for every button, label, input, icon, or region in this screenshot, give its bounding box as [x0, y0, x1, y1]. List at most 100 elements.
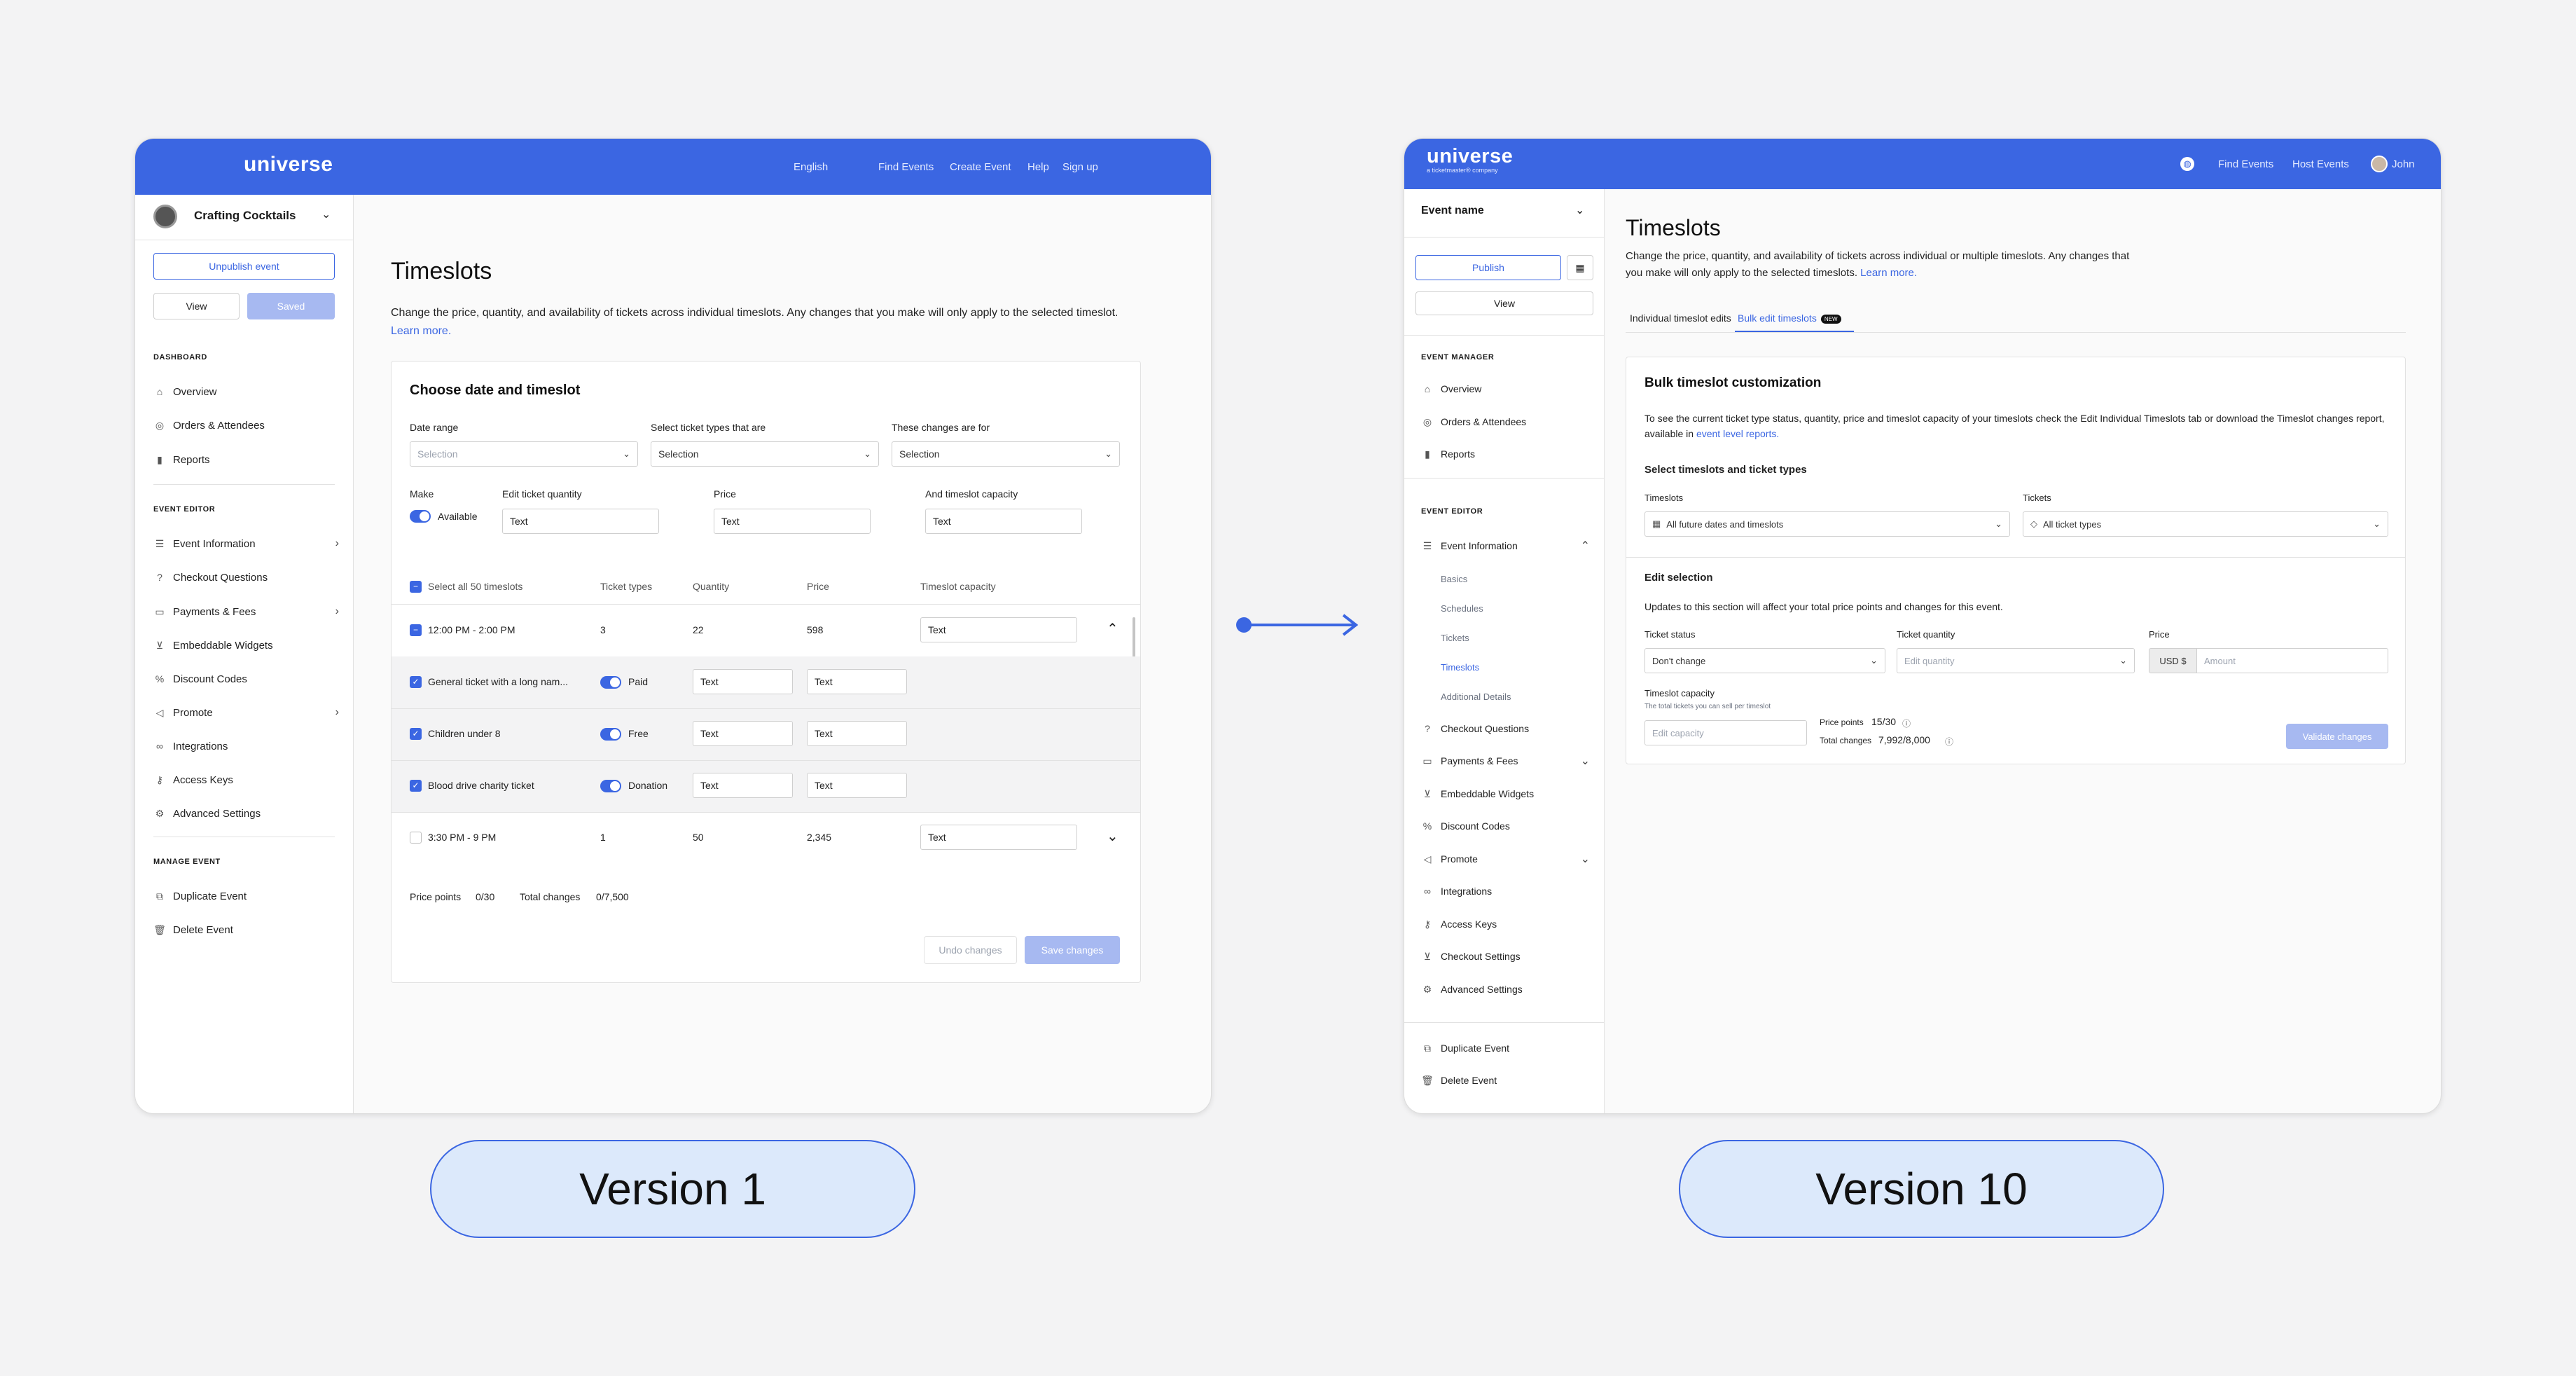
nav-sign-up[interactable]: Sign up: [1062, 139, 1098, 195]
table-row[interactable]: 3:30 PM - 9 PM 1 50 2,345 Text ⌄: [392, 812, 1140, 864]
ticket-toggle[interactable]: [600, 676, 621, 689]
nav-help[interactable]: Help: [1027, 139, 1049, 195]
sidebar-item-promote[interactable]: ◁ Promote ›: [153, 702, 339, 723]
event-level-reports-link[interactable]: event level reports.: [1696, 428, 1779, 439]
price-amount-input[interactable]: Amount: [2196, 648, 2388, 673]
view-button[interactable]: View: [1415, 291, 1593, 315]
language-label[interactable]: English: [794, 161, 828, 173]
ticket-price-input[interactable]: Text: [807, 669, 907, 694]
event-switch-chevron-icon[interactable]: ⌄: [1575, 203, 1584, 217]
row-checkbox[interactable]: [410, 832, 422, 844]
sidebar-item-event-information[interactable]: ☰ Event Information ›: [153, 533, 339, 554]
sidebar-item-embeddable-widgets[interactable]: ⊻ Embeddable Widgets: [1421, 783, 1590, 804]
sidebar-item-payments[interactable]: ▭ Payments & Fees ⌄: [1421, 750, 1590, 771]
universe-logo[interactable]: universe: [244, 153, 333, 177]
list-item[interactable]: ✓ General ticket with a long nam... Paid…: [392, 656, 1140, 708]
view-button[interactable]: View: [153, 293, 240, 319]
changes-for-select[interactable]: Selection ⌄: [892, 441, 1120, 467]
event-switch-chevron-icon[interactable]: ⌄: [321, 207, 331, 221]
sidebar-item-access-keys[interactable]: ⚷ Access Keys: [1421, 914, 1590, 935]
select-all-checkbox[interactable]: −: [410, 581, 422, 593]
row-capacity-input[interactable]: Text: [920, 825, 1077, 850]
ticket-toggle[interactable]: [600, 728, 621, 741]
table-row[interactable]: − 12:00 PM - 2:00 PM 3 22 598 Text ⌃: [392, 605, 1140, 656]
undo-changes-button[interactable]: Undo changes: [924, 936, 1017, 964]
sidebar-item-integrations[interactable]: ∞ Integrations: [1421, 881, 1590, 902]
sidebar-item-discount-codes[interactable]: % Discount Codes: [153, 668, 339, 689]
date-range-select[interactable]: Selection ⌄: [410, 441, 638, 467]
sidebar-item-overview[interactable]: ⌂ Overview: [153, 381, 339, 402]
list-item[interactable]: ✓ Blood drive charity ticket Donation Te…: [392, 760, 1140, 812]
sidebar-item-access-keys[interactable]: ⚷ Access Keys: [153, 769, 339, 790]
user-menu[interactable]: John: [2392, 139, 2415, 189]
nav-host-events-label[interactable]: Host Events: [2292, 158, 2349, 170]
nav-create-event[interactable]: Create Event: [950, 139, 1011, 195]
ticket-types-select[interactable]: Selection ⌄: [651, 441, 879, 467]
ticket-price-input[interactable]: Text: [807, 721, 907, 746]
save-changes-button[interactable]: Save changes: [1025, 936, 1120, 964]
nav-find-events-label[interactable]: Find Events: [2218, 158, 2273, 170]
nav-host-events[interactable]: Host Events: [2292, 139, 2349, 189]
sidebar-item-orders[interactable]: ◎ Orders & Attendees: [153, 415, 339, 436]
unpublish-event-button[interactable]: Unpublish event: [153, 253, 335, 280]
publish-button[interactable]: Publish: [1415, 255, 1561, 280]
ticket-price-input[interactable]: Text: [807, 773, 907, 798]
nav-create-event-label[interactable]: Create Event: [950, 161, 1011, 173]
sidebar-item-checkout-questions[interactable]: ? Checkout Questions: [153, 567, 339, 588]
ticket-checkbox[interactable]: ✓: [410, 676, 422, 688]
list-item[interactable]: ✓ Children under 8 Free Text Text: [392, 708, 1140, 760]
nav-find-events[interactable]: Find Events: [878, 139, 934, 195]
language-link[interactable]: English: [794, 139, 828, 195]
timeslots-select[interactable]: ▦ All future dates and timeslots ⌄: [1644, 511, 2010, 537]
ticket-quantity-input[interactable]: Text: [693, 773, 793, 798]
sidebar-item-promote[interactable]: ◁ Promote ⌄: [1421, 848, 1590, 869]
sidebar-item-discount-codes[interactable]: % Discount Codes: [1421, 816, 1590, 837]
capacity-input[interactable]: Text: [925, 509, 1082, 534]
edit-quantity-input[interactable]: Text: [502, 509, 659, 534]
nav-sign-up-label[interactable]: Sign up: [1062, 161, 1098, 173]
chevron-down-icon[interactable]: ⌄: [1107, 827, 1119, 845]
ticket-quantity-input[interactable]: Text: [693, 721, 793, 746]
chevron-up-icon[interactable]: ⌃: [1107, 620, 1119, 638]
available-toggle[interactable]: [410, 510, 431, 523]
ticket-checkbox[interactable]: ✓: [410, 780, 422, 792]
user-name[interactable]: John: [2392, 158, 2415, 170]
sidebar-sub-timeslots[interactable]: Timeslots: [1441, 662, 1479, 673]
ticket-status-select[interactable]: Don't change ⌄: [1644, 648, 1885, 673]
price-input[interactable]: Text: [714, 509, 871, 534]
globe-icon[interactable]: ◍: [2180, 157, 2194, 171]
row-capacity-input[interactable]: Text: [920, 617, 1077, 642]
sidebar-sub-additional-details[interactable]: Additional Details: [1441, 692, 1511, 702]
sidebar-item-checkout-questions[interactable]: ? Checkout Questions: [1421, 718, 1590, 739]
tab-individual-timeslot-edits[interactable]: Individual timeslot edits: [1630, 312, 1731, 324]
row-checkbox[interactable]: −: [410, 624, 422, 636]
sidebar-sub-basics[interactable]: Basics: [1441, 574, 1467, 584]
sidebar-item-event-information[interactable]: ☰ Event Information ⌃: [1421, 535, 1590, 556]
capacity-input[interactable]: Edit capacity: [1644, 720, 1807, 745]
sidebar-item-delete-event[interactable]: 🗑 Delete Event: [153, 919, 339, 940]
ticket-toggle[interactable]: [600, 780, 621, 792]
sidebar-item-embeddable-widgets[interactable]: ⊻ Embeddable Widgets: [153, 635, 339, 656]
learn-more-link[interactable]: Learn more.: [1860, 267, 1917, 279]
sidebar-item-reports[interactable]: ▮ Reports: [1421, 443, 1590, 465]
tab-bulk-edit-timeslots[interactable]: Bulk edit timeslots NEW: [1738, 312, 1841, 324]
sidebar-item-delete-event[interactable]: 🗑 Delete Event: [1421, 1070, 1590, 1091]
calendar-icon[interactable]: ▦: [1567, 255, 1593, 280]
sidebar-sub-schedules[interactable]: Schedules: [1441, 603, 1483, 614]
ticket-quantity-input[interactable]: Text: [693, 669, 793, 694]
validate-changes-button[interactable]: Validate changes: [2286, 724, 2388, 749]
info-icon[interactable]: ⓘ: [1945, 736, 1953, 748]
sidebar-item-integrations[interactable]: ∞ Integrations: [153, 736, 339, 757]
avatar[interactable]: [2371, 156, 2388, 172]
learn-more-link[interactable]: Learn more.: [391, 325, 451, 337]
nav-help-label[interactable]: Help: [1027, 161, 1049, 173]
universe-logo[interactable]: universe: [1427, 146, 1513, 167]
ticket-checkbox[interactable]: ✓: [410, 728, 422, 740]
sidebar-item-advanced-settings[interactable]: ⚙ Advanced Settings: [153, 803, 339, 824]
ticket-quantity-select[interactable]: Edit quantity ⌄: [1897, 648, 2135, 673]
nav-find-events-label[interactable]: Find Events: [878, 161, 934, 173]
sidebar-item-reports[interactable]: ▮ Reports: [153, 449, 339, 470]
sidebar-item-advanced-settings[interactable]: ⚙ Advanced Settings: [1421, 979, 1590, 1000]
sidebar-item-payments[interactable]: ▭ Payments & Fees ›: [153, 601, 339, 622]
tickets-select[interactable]: ◇ All ticket types ⌄: [2023, 511, 2388, 537]
